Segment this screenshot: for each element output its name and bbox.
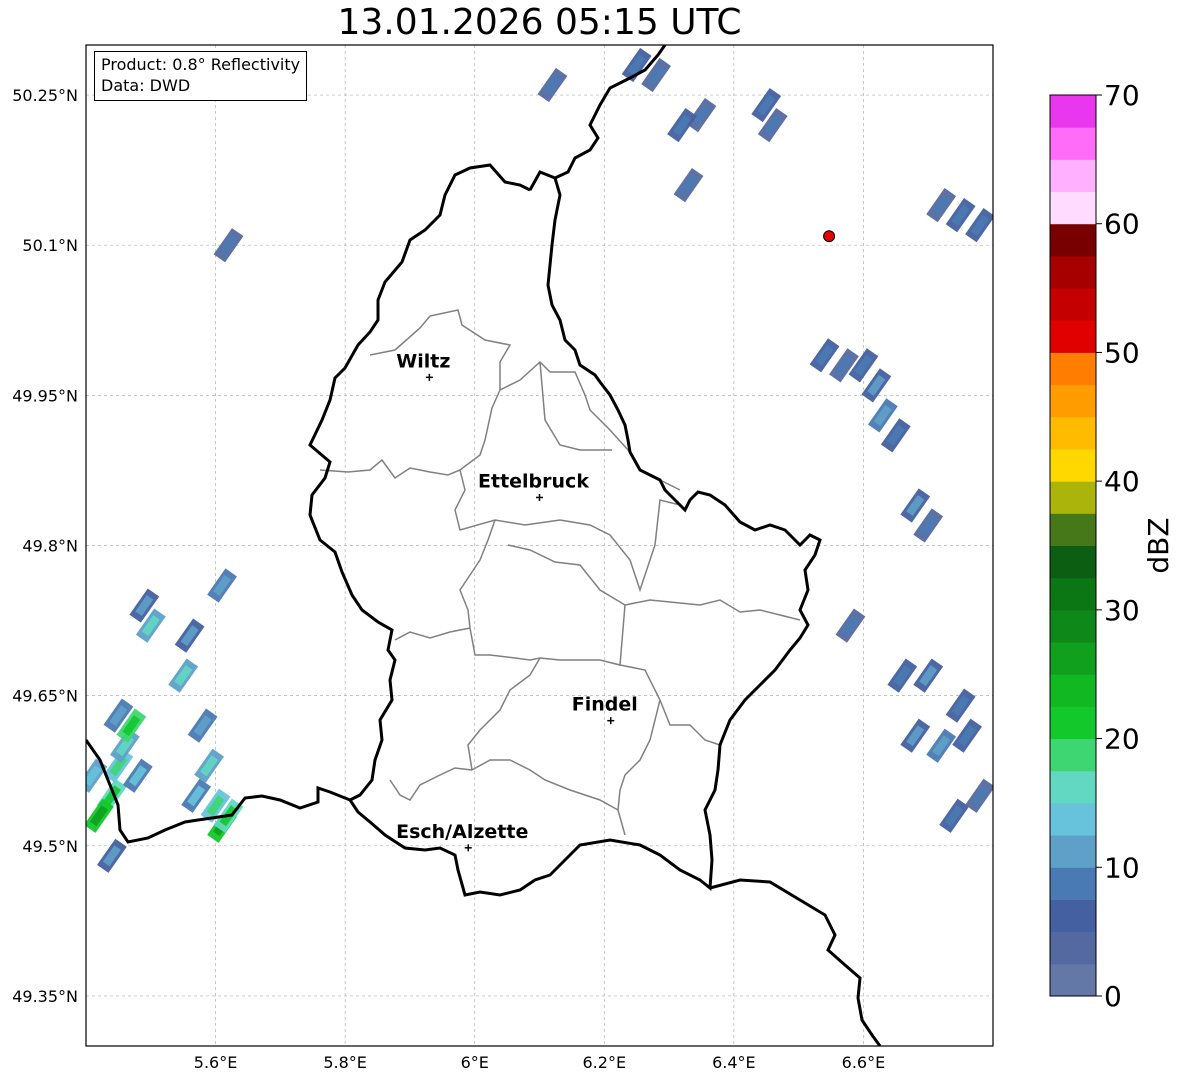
colorbar-segment [1050, 320, 1096, 353]
colorbar-segment [1050, 513, 1096, 546]
x-tick-label: 5.6°E [194, 1053, 238, 1072]
colorbar-tick-label: 50 [1104, 336, 1140, 369]
colorbar-tick-label: 0 [1104, 980, 1122, 1013]
y-tick-label: 49.35°N [12, 987, 78, 1006]
colorbar: 0 10 20 30 40 50 60 70 dBZ [1049, 79, 1175, 1013]
x-tick-label: 6.4°E [712, 1053, 756, 1072]
colorbar-tick-label: 70 [1104, 79, 1140, 112]
y-tick-label: 49.95°N [12, 386, 78, 405]
colorbar-segment [1050, 448, 1096, 482]
colorbar-tick-label: 60 [1104, 208, 1140, 241]
y-tick-label: 50.25°N [12, 86, 78, 105]
x-tick-label: 6.2°E [583, 1053, 627, 1072]
y-tick-label: 49.8°N [22, 537, 78, 556]
colorbar-segment [1050, 706, 1096, 740]
colorbar-segment [1050, 255, 1096, 289]
colorbar-segment [1050, 899, 1096, 933]
city-label: Findel [572, 694, 638, 716]
colorbar-segment [1050, 867, 1096, 900]
colorbar-segment [1050, 384, 1096, 418]
y-tick-label: 49.65°N [12, 687, 78, 706]
radar-map-figure: Wiltz Ettelbruck Findel Esch/Alzette 5.6°E 5… [12, 44, 1175, 1072]
x-tick-label: 6°E [461, 1053, 489, 1072]
colorbar-segment [1050, 481, 1096, 514]
data-source-label: Data: DWD [101, 76, 191, 95]
colorbar-segment [1050, 577, 1096, 611]
colorbar-tick-label: 10 [1104, 851, 1140, 884]
colorbar-segment [1050, 674, 1096, 707]
y-tick-label: 50.1°N [22, 236, 78, 255]
colorbar-segment [1050, 545, 1096, 579]
radar-site-layer [823, 230, 836, 243]
colorbar-segment [1050, 963, 1096, 997]
colorbar-tick-label: 40 [1104, 465, 1140, 498]
x-tick-label: 6.6°E [842, 1053, 886, 1072]
colorbar-segment [1050, 223, 1096, 257]
city-label: Ettelbruck [478, 470, 589, 492]
colorbar-label: dBZ [1142, 517, 1175, 573]
colorbar-segment [1050, 835, 1096, 868]
colorbar-segment [1050, 288, 1096, 321]
colorbar-segment [1050, 770, 1096, 804]
product-label: Product: 0.8° Reflectivity [101, 55, 301, 74]
colorbar-tick-label: 30 [1104, 594, 1140, 627]
x-tick-label: 5.8°E [323, 1053, 367, 1072]
colorbar-segment [1050, 127, 1096, 160]
colorbar-segment [1050, 931, 1096, 965]
radar-site-marker [823, 230, 836, 243]
y-tick-label: 49.5°N [22, 837, 78, 856]
city-label: Wiltz [396, 350, 450, 372]
colorbar-segment [1050, 642, 1096, 675]
colorbar-segment [1050, 191, 1096, 225]
colorbar-segment [1050, 416, 1096, 450]
colorbar-segment [1050, 159, 1096, 193]
colorbar-segment [1050, 609, 1096, 643]
colorbar-segment [1050, 738, 1096, 772]
product-info-box: Product: 0.8° Reflectivity Data: DWD [94, 51, 308, 101]
colorbar-segment [1050, 95, 1096, 128]
colorbar-segment [1050, 352, 1096, 386]
colorbar-tick-label: 20 [1104, 723, 1140, 756]
colorbar-segment [1050, 802, 1096, 836]
city-label: Esch/Alzette [396, 821, 528, 843]
